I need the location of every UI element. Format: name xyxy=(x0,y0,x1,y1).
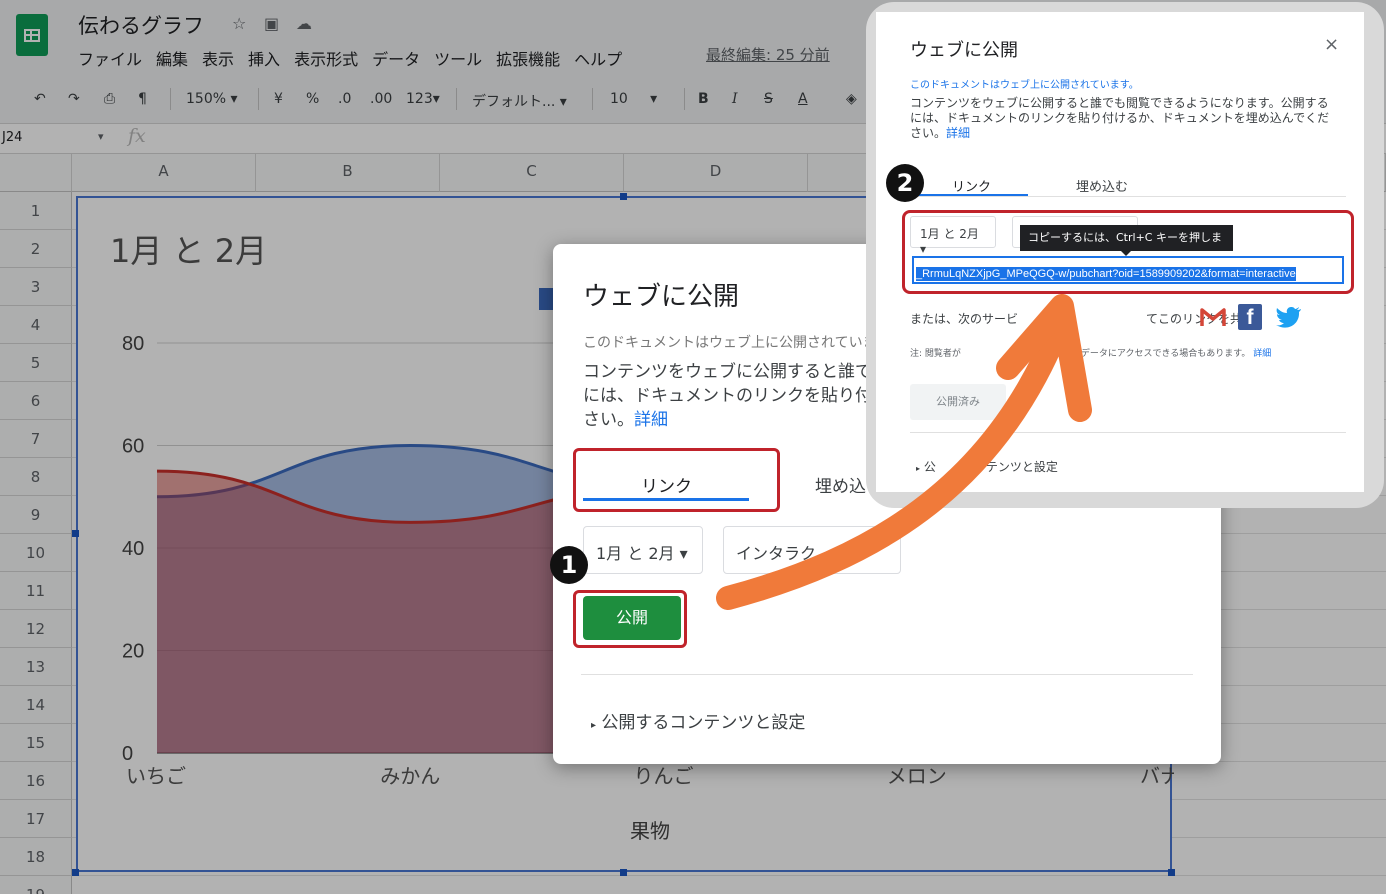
details-link[interactable]: 詳細 xyxy=(946,126,970,140)
tab-link[interactable]: リンク xyxy=(952,176,991,195)
content-settings-label-start: 公 xyxy=(923,460,936,474)
sheet-select[interactable]: 1月 と 2月 ▾ xyxy=(583,526,703,574)
highlight-url xyxy=(902,210,1354,294)
expand-arrow-icon: ▸ xyxy=(916,464,921,473)
close-icon[interactable]: × xyxy=(1324,34,1339,55)
facebook-icon[interactable]: f xyxy=(1238,304,1262,330)
description-line: さい。 xyxy=(583,410,634,430)
note-details-link[interactable]: 詳細 xyxy=(1253,349,1271,359)
gmail-icon[interactable] xyxy=(1200,306,1226,328)
content-settings-toggle[interactable]: ▸ 公開するコンテンツと設定 xyxy=(591,708,805,733)
publish-status: このドキュメントはウェブ上に公開されていませ xyxy=(583,335,891,351)
content-settings-toggle[interactable]: ▸ 公 コンテンツと設定 xyxy=(916,458,1058,475)
expand-arrow-icon: ▸ xyxy=(591,720,597,731)
highlight-link-tab xyxy=(573,448,780,512)
highlight-publish-button xyxy=(573,590,687,648)
sheet-select-value: 1月 と 2月 xyxy=(596,544,675,563)
step-two-badge: 2 xyxy=(886,164,924,202)
content-settings-label-end: コンテンツと設定 xyxy=(961,460,1058,474)
publish-description: コンテンツをウェブに公開すると誰で には、ドキュメントのリンクを貼り付 さい。詳… xyxy=(583,360,883,432)
published-button[interactable]: 公開済み xyxy=(910,384,1006,420)
content-settings-label: 公開するコンテンツと設定 xyxy=(601,713,806,733)
note-text-start: 注: 閲覧者が xyxy=(910,349,961,359)
tab-divider xyxy=(910,196,1346,197)
divider xyxy=(910,432,1346,433)
share-text-start: または、次のサービ xyxy=(910,312,1019,326)
description-text: コンテンツをウェブに公開すると誰でも閲覧できるようになります。公開するには、ドキ… xyxy=(910,96,1330,140)
details-link[interactable]: 詳細 xyxy=(634,410,668,430)
tab-embed[interactable]: 埋め込む xyxy=(1076,176,1128,195)
format-select[interactable]: インタラク ▾ xyxy=(723,526,901,574)
twitter-icon[interactable] xyxy=(1276,306,1302,328)
description-line: には、ドキュメントのリンクを貼り付 xyxy=(583,386,872,406)
publish-status: このドキュメントはウェブ上に公開されています。 xyxy=(910,80,1139,91)
description-line: コンテンツをウェブに公開すると誰で xyxy=(583,362,872,382)
viewer-note: 注: 閲覧者が データにアクセスできる場合もあります。 詳細 xyxy=(910,346,1271,359)
dialog-title: ウェブに公開 xyxy=(910,40,1018,61)
note-text-end: データにアクセスできる場合もあります。 xyxy=(1080,349,1251,359)
step-one-badge: 1 xyxy=(550,546,588,584)
format-select-value: インタラク xyxy=(736,544,817,563)
dialog-title: ウェブに公開 xyxy=(583,282,740,312)
divider xyxy=(581,674,1193,675)
publish-description: コンテンツをウェブに公開すると誰でも閲覧できるようになります。公開するには、ドキ… xyxy=(910,96,1340,141)
